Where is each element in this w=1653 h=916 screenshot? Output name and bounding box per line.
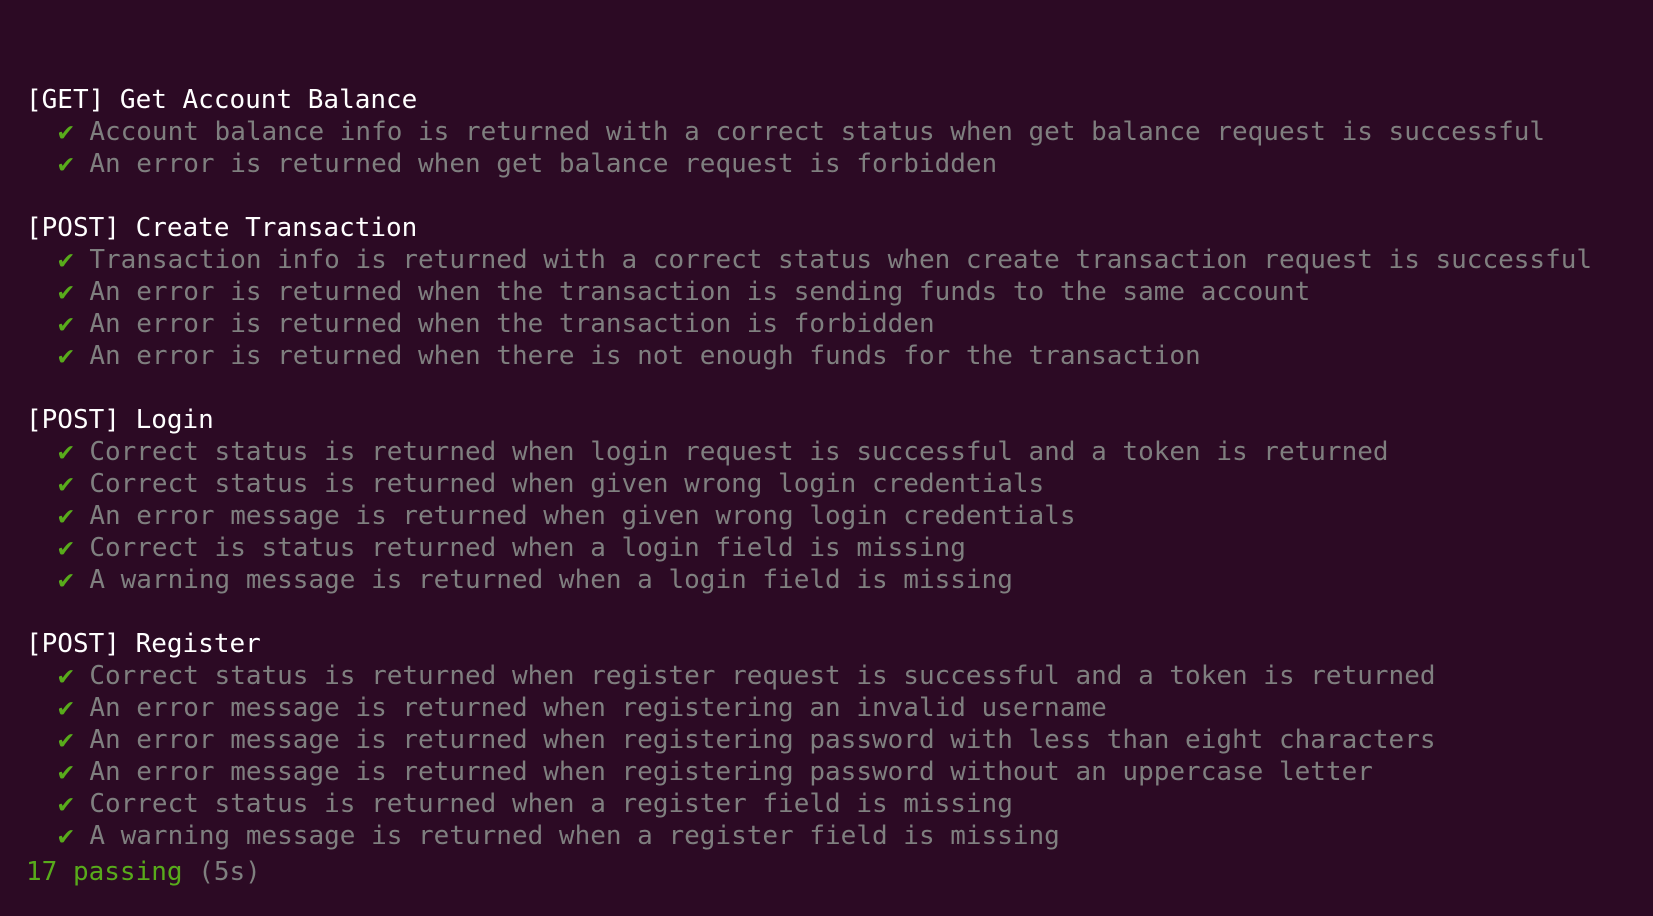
test-row: ✔ An error is returned when the transact… <box>0 276 1653 308</box>
test-summary: 17 passing (5s) <box>26 856 261 888</box>
test-label: Correct status is returned when login re… <box>89 437 1389 467</box>
check-icon: ✔ <box>58 309 74 339</box>
suite-title: [POST] Create Transaction <box>26 213 418 243</box>
check-icon: ✔ <box>58 565 74 595</box>
check-icon: ✔ <box>58 277 74 307</box>
test-label: An error is returned when the transactio… <box>89 277 1311 307</box>
test-row: ✔ An error is returned when the transact… <box>0 308 1653 340</box>
test-row: ✔ An error message is returned when give… <box>0 500 1653 532</box>
test-row: ✔ A warning message is returned when a r… <box>0 820 1653 852</box>
check-icon: ✔ <box>58 117 74 147</box>
check-icon: ✔ <box>58 821 74 851</box>
test-row: ✔ An error message is returned when regi… <box>0 692 1653 724</box>
suite-title: [POST] Login <box>26 405 214 435</box>
test-row: ✔ A warning message is returned when a l… <box>0 564 1653 596</box>
check-icon: ✔ <box>58 341 74 371</box>
test-label: Correct status is returned when a regist… <box>89 789 1013 819</box>
test-label: Account balance info is returned with a … <box>89 117 1546 147</box>
check-icon: ✔ <box>58 789 74 819</box>
test-label: Correct is status returned when a login … <box>89 533 966 563</box>
check-icon: ✔ <box>58 501 74 531</box>
test-row: ✔ An error is returned when there is not… <box>0 340 1653 372</box>
test-row: ✔ Account balance info is returned with … <box>0 116 1653 148</box>
test-label: An error is returned when the transactio… <box>89 309 935 339</box>
check-icon: ✔ <box>58 533 74 563</box>
test-label: An error message is returned when given … <box>89 501 1076 531</box>
test-label: An error message is returned when regist… <box>89 757 1373 787</box>
test-row: ✔ Correct is status returned when a logi… <box>0 532 1653 564</box>
check-icon: ✔ <box>58 245 74 275</box>
test-suite: [POST] Create Transaction ✔ Transaction i… <box>0 212 1653 372</box>
test-row: ✔ Correct status is returned when login … <box>0 436 1653 468</box>
test-suite: [POST] Login ✔ Correct status is returned… <box>0 404 1653 596</box>
test-suite: [POST] Register ✔ Correct status is retur… <box>0 628 1653 852</box>
check-icon: ✔ <box>58 725 74 755</box>
check-icon: ✔ <box>58 693 74 723</box>
test-label: An error message is returned when regist… <box>89 693 1107 723</box>
suite-title: [GET] Get Account Balance <box>26 85 418 115</box>
check-icon: ✔ <box>58 437 74 467</box>
test-label: An error message is returned when regist… <box>89 725 1436 755</box>
test-row: ✔ Correct status is returned when a regi… <box>0 788 1653 820</box>
test-row: ✔ An error message is returned when regi… <box>0 756 1653 788</box>
test-label: An error is returned when get balance re… <box>89 149 998 179</box>
suite-title: [POST] Register <box>26 629 261 659</box>
test-duration: (5s) <box>198 857 261 887</box>
test-label: Transaction info is returned with a corr… <box>89 245 1593 275</box>
test-label: A warning message is returned when a log… <box>89 565 1013 595</box>
test-label: An error is returned when there is not e… <box>89 341 1201 371</box>
test-row: ✔ An error is returned when get balance … <box>0 148 1653 180</box>
check-icon: ✔ <box>58 469 74 499</box>
test-label: Correct status is returned when given wr… <box>89 469 1045 499</box>
test-label: Correct status is returned when register… <box>89 661 1436 691</box>
test-row: ✔ An error message is returned when regi… <box>0 724 1653 756</box>
test-label: A warning message is returned when a reg… <box>89 821 1060 851</box>
terminal-output: [GET] Get Account Balance ✔ Account balan… <box>0 20 1653 902</box>
passing-count: 17 passing <box>26 857 183 887</box>
check-icon: ✔ <box>58 757 74 787</box>
test-row: ✔ Correct status is returned when given … <box>0 468 1653 500</box>
test-row: ✔ Transaction info is returned with a co… <box>0 244 1653 276</box>
check-icon: ✔ <box>58 661 74 691</box>
test-suites: [GET] Get Account Balance ✔ Account balan… <box>0 84 1653 852</box>
check-icon: ✔ <box>58 149 74 179</box>
test-suite: [GET] Get Account Balance ✔ Account balan… <box>0 84 1653 180</box>
test-row: ✔ Correct status is returned when regist… <box>0 660 1653 692</box>
